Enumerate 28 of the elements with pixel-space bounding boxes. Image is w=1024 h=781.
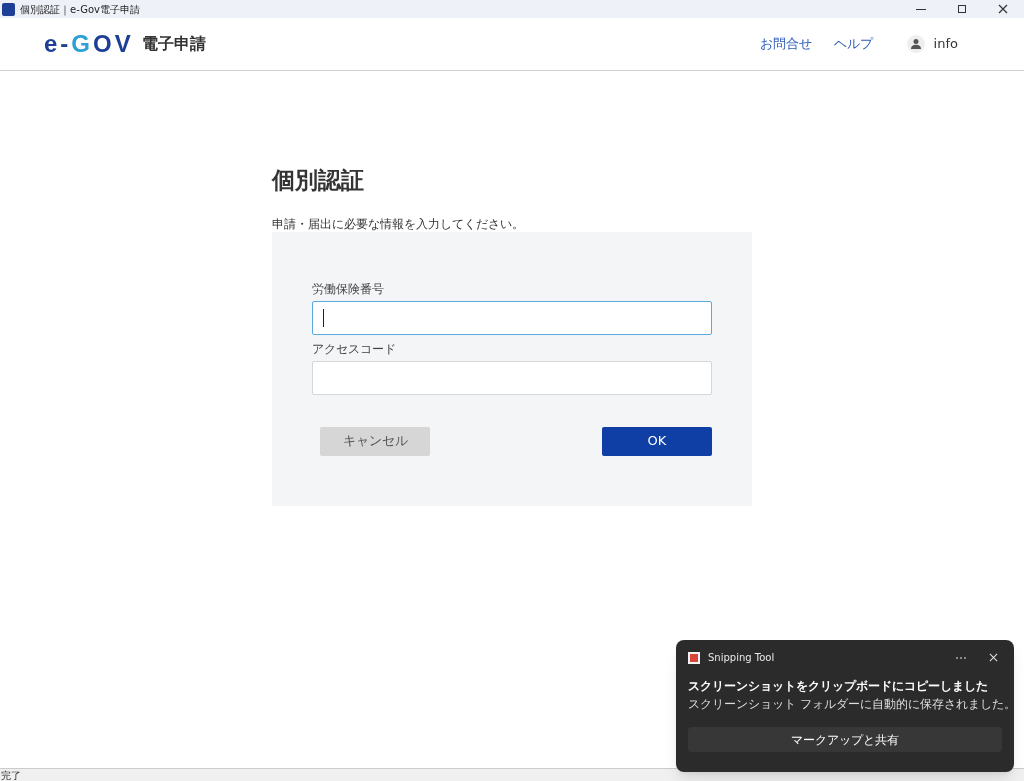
text-cursor [323,308,324,327]
logo-text[interactable]: e- [44,26,72,62]
field-label: アクセスコード [312,340,397,358]
cancel-button[interactable]: キャンセル [320,426,430,456]
description: 申請・届出に必要な情報を入力してください。 [272,215,525,232]
window-title: 個別認証｜e-Gov電子申請 [20,2,140,17]
toast-title: スクリーンショットをクリップボードにコピーしました [688,678,989,695]
app-icon [2,2,15,16]
toast-app-name: Snipping Tool [708,651,775,665]
snipping-app-icon [688,651,700,664]
page-title: 個別認証 [272,166,365,195]
input-field[interactable] [312,360,712,395]
restore-icon[interactable] [958,5,966,13]
status-text: 完了 [1,768,21,781]
user-name[interactable]: info [933,34,958,54]
more-icon[interactable] [955,655,967,660]
user-avatar-icon[interactable] [906,35,925,53]
close-icon[interactable] [998,4,1008,14]
header-link[interactable]: お問合せ [759,34,812,54]
input-field[interactable] [312,300,712,335]
logo-subtitle: 電子申請 [141,33,206,55]
markup-share-button[interactable]: マークアップと共有 [688,727,1002,752]
field-label: 労働保険番号 [312,280,385,298]
header-link[interactable]: ヘルプ [833,34,873,54]
ok-button[interactable]: OK [602,426,712,456]
logo-text[interactable]: OV [93,26,134,62]
minimize-icon[interactable] [916,8,926,10]
toast-message: スクリーンショット フォルダーに自動的に保存されました。 [688,696,1016,713]
